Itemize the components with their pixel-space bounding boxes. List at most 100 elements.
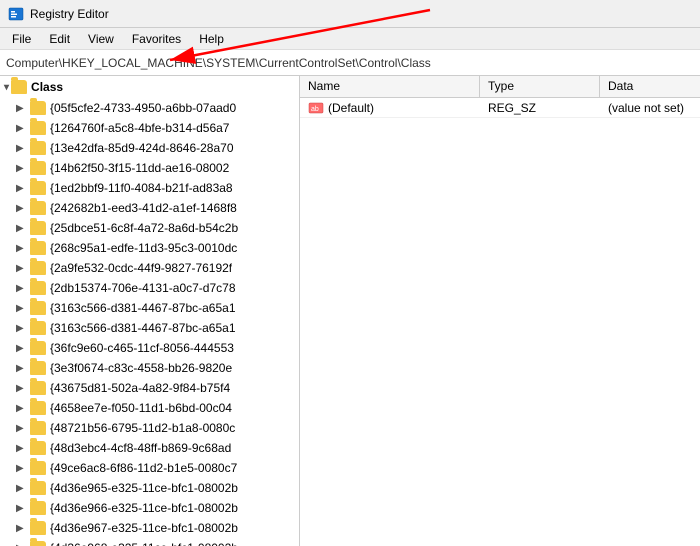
tree-item-label: {268c95a1-edfe-11d3-95c3-0010dc <box>50 241 237 255</box>
expand-icon: ▶ <box>16 203 28 214</box>
expand-icon: ▶ <box>16 163 28 174</box>
tree-item[interactable]: ▶ {48d3ebc4-4cf8-48ff-b869-9c68ad <box>0 438 299 458</box>
menu-file[interactable]: File <box>4 30 39 48</box>
tree-item[interactable]: ▶ {14b62f50-3f15-11dd-ae16-08002 <box>0 158 299 178</box>
tree-item[interactable]: ▶{4d36e965-e325-11ce-bfc1-08002b <box>0 478 299 498</box>
expand-icon: ▶ <box>16 143 28 154</box>
folder-icon <box>30 181 46 195</box>
tree-item[interactable]: ▶ {2db15374-706e-4131-a0c7-d7c78 <box>0 278 299 298</box>
tree-item[interactable]: ▶{1ed2bbf9-11f0-4084-b21f-ad83a8 <box>0 178 299 198</box>
tree-item[interactable]: ▶{1264760f-a5c8-4bfe-b314-d56a7 <box>0 118 299 138</box>
expand-icon: ▶ <box>16 503 28 514</box>
right-cell-name: ab (Default) <box>300 99 480 117</box>
folder-icon <box>30 101 46 115</box>
svg-text:ab: ab <box>311 106 319 113</box>
folder-icon <box>30 441 46 455</box>
folder-icon <box>30 361 46 375</box>
expand-icon: ▶ <box>16 263 28 274</box>
tree-item-label: {4d36e968-e325-11ce-bfc1-08002b <box>50 541 238 546</box>
tree-item[interactable]: ▶{3163c566-d381-4467-87bc-a65a1 <box>0 318 299 338</box>
tree-item[interactable]: ▶{3e3f0674-c83c-4558-bb26-9820e <box>0 358 299 378</box>
menu-edit[interactable]: Edit <box>41 30 78 48</box>
expand-icon: ▶ <box>16 303 28 314</box>
tree-item[interactable]: ▶{43675d81-502a-4a82-9f84-b75f4 <box>0 378 299 398</box>
expand-icon: ▶ <box>16 423 28 434</box>
tree-item-label: {48d3ebc4-4cf8-48ff-b869-9c68ad <box>50 441 231 455</box>
folder-icon <box>30 121 46 135</box>
folder-icon <box>30 521 46 535</box>
tree-item[interactable]: ▶ {4658ee7e-f050-11d1-b6bd-00c04 <box>0 398 299 418</box>
folder-icon <box>30 321 46 335</box>
tree-item-label: {43675d81-502a-4a82-9f84-b75f4 <box>50 381 230 395</box>
tree-item-label: {4d36e966-e325-11ce-bfc1-08002b <box>50 501 238 515</box>
expand-icon: ▶ <box>16 343 28 354</box>
tree-item-label: {4d36e965-e325-11ce-bfc1-08002b <box>50 481 238 495</box>
tree-item-label: {2db15374-706e-4131-a0c7-d7c78 <box>50 281 236 295</box>
folder-icon <box>30 481 46 495</box>
tree-item-label: {14b62f50-3f15-11dd-ae16-08002 <box>50 161 229 175</box>
tree-item[interactable]: ▶ {4d36e968-e325-11ce-bfc1-08002b <box>0 538 299 546</box>
collapse-icon: ▾ <box>4 82 9 93</box>
folder-icon <box>30 501 46 515</box>
root-label: Class <box>31 80 63 94</box>
app-container: Registry Editor File Edit View Favorites… <box>0 0 700 546</box>
column-headers: Name Type Data <box>300 76 700 98</box>
tree-item[interactable]: ▶ {05f5cfe2-4733-4950-a6bb-07aad0 <box>0 98 299 118</box>
col-data: Data <box>600 76 700 97</box>
tree-item[interactable]: ▶ {268c95a1-edfe-11d3-95c3-0010dc <box>0 238 299 258</box>
tree-panel[interactable]: ▾ Class ▶ {05f5cfe2-4733-4950-a6bb-07aad0… <box>0 76 300 546</box>
expand-icon: ▶ <box>16 403 28 414</box>
tree-item[interactable]: ▶ {242682b1-eed3-41d2-a1ef-1468f8 <box>0 198 299 218</box>
right-panel: Name Type Data ab (Default) REG_SZ <box>300 76 700 546</box>
tree-item[interactable]: ▶{36fc9e60-c465-11cf-8056-444553 <box>0 338 299 358</box>
menu-favorites[interactable]: Favorites <box>124 30 189 48</box>
tree-item-label: {48721b56-6795-11d2-b1a8-0080c <box>50 421 235 435</box>
title-bar: Registry Editor <box>0 0 700 28</box>
menu-bar: File Edit View Favorites Help <box>0 28 700 50</box>
tree-items-container: ▶ {05f5cfe2-4733-4950-a6bb-07aad0 ▶{126476… <box>0 98 299 546</box>
folder-icon <box>30 141 46 155</box>
right-cell-type: REG_SZ <box>480 99 600 117</box>
tree-item[interactable]: ▶{25dbce51-6c8f-4a72-8a6d-b54c2b <box>0 218 299 238</box>
tree-item-label: {3163c566-d381-4467-87bc-a65a1 <box>50 321 236 335</box>
folder-icon <box>30 461 46 475</box>
right-row-default[interactable]: ab (Default) REG_SZ (value not set) <box>300 98 700 118</box>
right-cell-data: (value not set) <box>600 99 700 117</box>
tree-item[interactable]: ▶ {4d36e966-e325-11ce-bfc1-08002b <box>0 498 299 518</box>
folder-icon <box>30 221 46 235</box>
tree-item[interactable]: ▶ {13e42dfa-85d9-424d-8646-28a70 <box>0 138 299 158</box>
regedit-icon <box>8 6 24 22</box>
expand-icon: ▶ <box>16 243 28 254</box>
expand-icon: ▶ <box>16 443 28 454</box>
folder-icon <box>30 301 46 315</box>
tree-item[interactable]: ▶ {48721b56-6795-11d2-b1a8-0080c <box>0 418 299 438</box>
tree-item[interactable]: ▶ {2a9fe532-0cdc-44f9-9827-76192f <box>0 258 299 278</box>
address-path[interactable]: Computer\HKEY_LOCAL_MACHINE\SYSTEM\Curre… <box>6 56 431 70</box>
expand-icon: ▶ <box>16 463 28 474</box>
tree-root[interactable]: ▾ Class <box>0 76 299 98</box>
expand-icon: ▶ <box>16 363 28 374</box>
menu-view[interactable]: View <box>80 30 122 48</box>
tree-item-label: {13e42dfa-85d9-424d-8646-28a70 <box>50 141 234 155</box>
expand-icon: ▶ <box>16 123 28 134</box>
folder-icon <box>30 341 46 355</box>
folder-icon <box>30 541 46 546</box>
tree-item-label: {3163c566-d381-4467-87bc-a65a1 <box>50 301 236 315</box>
root-folder-icon <box>11 80 27 94</box>
tree-item[interactable]: ▶ {3163c566-d381-4467-87bc-a65a1 <box>0 298 299 318</box>
folder-icon <box>30 201 46 215</box>
expand-icon: ▶ <box>16 283 28 294</box>
tree-item-label: {242682b1-eed3-41d2-a1ef-1468f8 <box>50 201 237 215</box>
tree-item-label: {05f5cfe2-4733-4950-a6bb-07aad0 <box>50 101 236 115</box>
expand-icon: ▶ <box>16 543 28 546</box>
menu-help[interactable]: Help <box>191 30 232 48</box>
tree-item[interactable]: ▶{49ce6ac8-6f86-11d2-b1e5-0080c7 <box>0 458 299 478</box>
col-type: Type <box>480 76 600 97</box>
folder-icon <box>30 381 46 395</box>
tree-item-label: {2a9fe532-0cdc-44f9-9827-76192f <box>50 261 232 275</box>
tree-item-label: {4658ee7e-f050-11d1-b6bd-00c04 <box>50 401 232 415</box>
expand-icon: ▶ <box>16 523 28 534</box>
expand-icon: ▶ <box>16 223 28 234</box>
expand-icon: ▶ <box>16 103 28 114</box>
tree-item[interactable]: ▶{4d36e967-e325-11ce-bfc1-08002b <box>0 518 299 538</box>
